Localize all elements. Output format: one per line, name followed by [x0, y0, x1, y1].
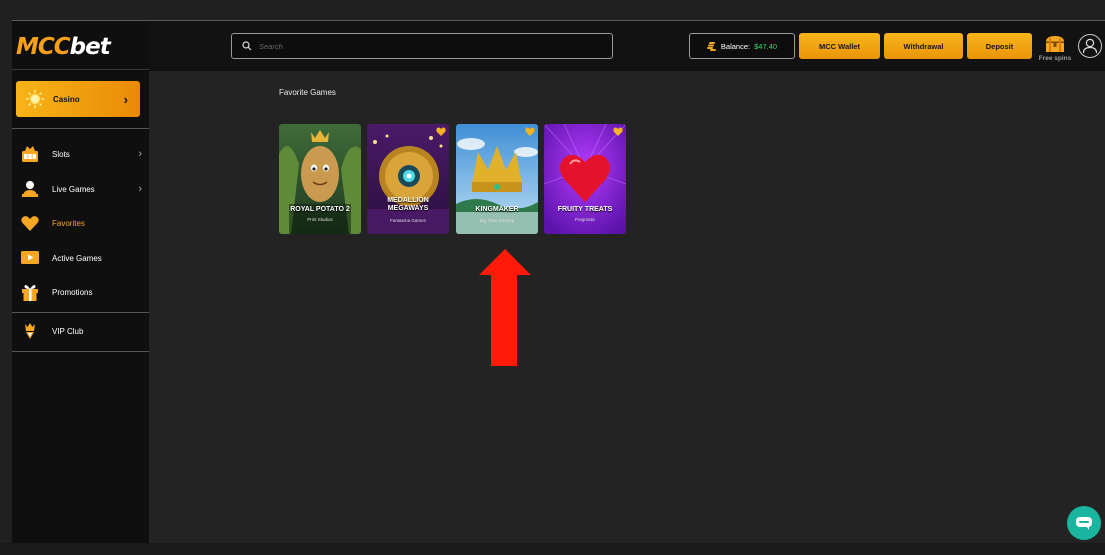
- favorite-heart-icon[interactable]: [613, 127, 623, 136]
- casino-sun-icon: [26, 90, 44, 108]
- sidebar-item-favorites[interactable]: Favorites: [20, 211, 142, 235]
- favorite-heart-icon[interactable]: [525, 127, 535, 136]
- sidebar-item-active-games[interactable]: Active Games: [20, 246, 142, 270]
- sidebar-item-promotions[interactable]: Promotions: [20, 280, 142, 304]
- user-avatar[interactable]: [1078, 34, 1102, 58]
- heart-icon: [20, 213, 40, 233]
- game-provider: Print Studios: [307, 217, 333, 222]
- game-card-kingmaker[interactable]: KINGMAKER Big Time Gaming: [456, 124, 538, 234]
- game-title-line-1: MEDALLION: [387, 197, 429, 204]
- slots-icon: [20, 144, 40, 164]
- red-arrow-annotation: [479, 249, 531, 366]
- coins-icon: [706, 42, 716, 51]
- sidebar-item-label: Favorites: [52, 218, 85, 228]
- gift-icon: [20, 282, 40, 302]
- treasure-chest-icon: [1046, 36, 1064, 52]
- play-icon: [20, 248, 40, 268]
- sidebar-item-slots[interactable]: Slots ›: [20, 142, 142, 166]
- vip-crown-icon: [20, 321, 40, 341]
- game-title-line-2: MEGAWAYS: [387, 205, 429, 212]
- sidebar-item-label: Live Games: [52, 184, 95, 194]
- logo-right-text: bet: [69, 34, 111, 60]
- balance-label: Balance:: [720, 41, 751, 51]
- casino-button[interactable]: Casino ›: [16, 81, 140, 117]
- chat-icon: [1076, 517, 1092, 530]
- sidebar-item-label: VIP Club: [52, 326, 84, 336]
- game-title: ROYAL POTATO 2: [290, 206, 350, 213]
- game-provider: Big Time Gaming: [479, 218, 515, 223]
- bottom-strip: [0, 543, 1105, 555]
- game-provider: Pragmatic: [574, 217, 596, 222]
- search-input[interactable]: Search: [231, 33, 613, 59]
- sidebar-item-label: Promotions: [52, 287, 93, 297]
- sidebar-divider: [12, 128, 149, 129]
- logo-divider: [12, 69, 149, 70]
- favorite-heart-icon[interactable]: [436, 127, 446, 136]
- free-spins-button[interactable]: Free spins: [1035, 35, 1075, 65]
- chevron-right-icon: ›: [123, 91, 128, 107]
- chevron-right-icon: ›: [138, 183, 142, 195]
- sidebar-divider: [12, 351, 149, 352]
- sidebar-item-live-games[interactable]: Live Games ›: [20, 177, 142, 201]
- deposit-button[interactable]: Deposit: [967, 33, 1032, 59]
- balance-value: $47.40: [754, 41, 778, 51]
- chevron-right-icon: ›: [138, 148, 142, 160]
- game-card-medallion-megaways[interactable]: MEDALLION MEGAWAYS Fantasma Games: [367, 124, 449, 234]
- section-title: Favorite Games: [279, 88, 336, 97]
- chat-button[interactable]: [1067, 506, 1101, 540]
- brand-logo[interactable]: MCCbet: [16, 34, 111, 60]
- free-spins-label: Free spins: [1038, 55, 1072, 62]
- mcc-wallet-button[interactable]: MCC Wallet: [799, 33, 880, 59]
- sidebar-item-vip-club[interactable]: VIP Club: [20, 319, 142, 343]
- game-card-royal-potato-2[interactable]: ROYAL POTATO 2 Print Studios: [279, 124, 361, 234]
- game-title: KINGMAKER: [475, 206, 519, 213]
- sidebar-item-label: Active Games: [52, 253, 102, 263]
- game-card-fruity-treats[interactable]: FRUITY TREATS Pragmatic: [544, 124, 626, 234]
- sidebar-item-label: Slots: [52, 149, 70, 159]
- game-provider: Fantasma Games: [390, 218, 426, 223]
- sidebar-divider: [12, 312, 149, 313]
- withdrawal-button[interactable]: Withdrawal: [884, 33, 963, 59]
- user-icon: [1082, 38, 1098, 54]
- search-placeholder: Search: [259, 41, 283, 51]
- balance-display[interactable]: Balance: $47.40: [689, 33, 795, 59]
- dealer-icon: [20, 179, 40, 199]
- casino-label: Casino: [53, 94, 80, 104]
- game-title: FRUITY TREATS: [557, 206, 613, 213]
- search-icon: [242, 41, 252, 51]
- logo-left-text: MCC: [16, 34, 71, 60]
